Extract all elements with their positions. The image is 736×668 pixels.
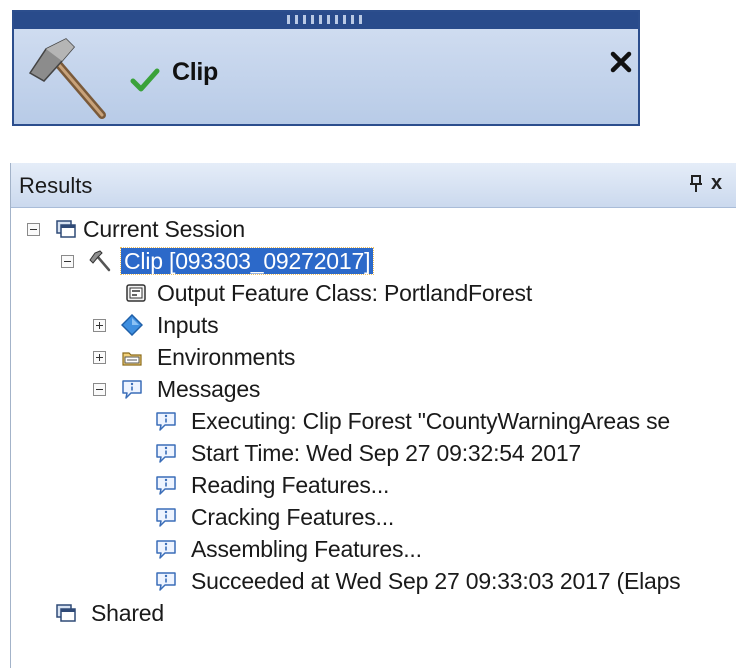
clip-title-bar[interactable] <box>14 12 638 29</box>
message-text: Reading Features... <box>191 472 390 498</box>
results-tree: Current Session Clip [093303_09272017] O… <box>11 207 736 668</box>
message-text: Executing: Clip Forest "CountyWarningAre… <box>191 408 670 434</box>
results-header[interactable]: Results x <box>11 163 736 208</box>
clip-title: Clip <box>172 58 219 86</box>
tree-node-environments[interactable]: Environments <box>11 343 711 373</box>
drag-grip-icon[interactable] <box>287 15 365 24</box>
pin-icon[interactable] <box>689 174 703 194</box>
feature-class-icon <box>126 284 146 302</box>
tree-node-shared[interactable]: Shared <box>11 599 711 629</box>
collapse-toggle[interactable] <box>61 255 74 268</box>
info-message-icon <box>156 572 176 591</box>
close-icon[interactable] <box>608 49 634 75</box>
results-panel: Results x Current Session Clip [093303_0… <box>10 163 736 668</box>
tree-node-clip-job[interactable]: Clip [093303_09272017] <box>11 247 711 277</box>
clip-body: Clip <box>14 29 638 124</box>
tree-node-messages[interactable]: Messages <box>11 375 711 405</box>
info-message-icon <box>156 476 176 495</box>
message-item[interactable]: Assembling Features... <box>11 535 736 565</box>
panel-close-button[interactable]: x <box>711 172 722 195</box>
tree-node-output[interactable]: Output Feature Class: PortlandForest <box>11 279 711 309</box>
message-item[interactable]: Reading Features... <box>11 471 736 501</box>
info-message-icon <box>156 508 176 527</box>
tree-label: Output Feature Class: PortlandForest <box>157 280 533 306</box>
message-text: Assembling Features... <box>191 536 422 562</box>
message-text: Start Time: Wed Sep 27 09:32:54 2017 <box>191 440 582 466</box>
session-icon <box>56 604 76 622</box>
message-text: Succeeded at Wed Sep 27 09:33:03 2017 (E… <box>191 568 681 594</box>
info-message-icon <box>156 540 176 559</box>
message-text: Cracking Features... <box>191 504 395 530</box>
tree-node-current-session[interactable]: Current Session <box>11 215 711 245</box>
message-item[interactable]: Executing: Clip Forest "CountyWarningAre… <box>11 407 736 437</box>
collapse-toggle[interactable] <box>27 223 40 236</box>
message-item[interactable]: Start Time: Wed Sep 27 09:32:54 2017 <box>11 439 736 469</box>
tree-label: Shared <box>91 600 164 626</box>
info-message-icon <box>156 412 176 431</box>
session-icon <box>56 220 76 238</box>
folder-icon <box>122 352 142 366</box>
tree-label: Environments <box>157 344 296 370</box>
page: Clip Results x Current Session Clip [093… <box>0 0 736 668</box>
tree-label-selected: Clip [093303_09272017] <box>119 247 375 275</box>
diamond-icon <box>121 314 143 336</box>
message-item[interactable]: Succeeded at Wed Sep 27 09:33:03 2017 (E… <box>11 567 736 597</box>
clip-notification[interactable]: Clip <box>12 10 640 126</box>
expand-toggle[interactable] <box>93 351 106 364</box>
results-title: Results <box>19 173 93 198</box>
tree-label: Inputs <box>157 312 219 338</box>
tree-node-inputs[interactable]: Inputs <box>11 311 711 341</box>
tree-label: Messages <box>157 376 261 402</box>
hammer-icon <box>28 38 106 119</box>
expand-toggle[interactable] <box>93 319 106 332</box>
info-message-icon <box>156 444 176 463</box>
tree-label: Current Session <box>83 216 245 242</box>
hammer-icon <box>89 250 111 272</box>
collapse-toggle[interactable] <box>93 383 106 396</box>
info-message-icon <box>122 380 142 399</box>
checkmark-icon <box>130 68 160 92</box>
message-item[interactable]: Cracking Features... <box>11 503 736 533</box>
